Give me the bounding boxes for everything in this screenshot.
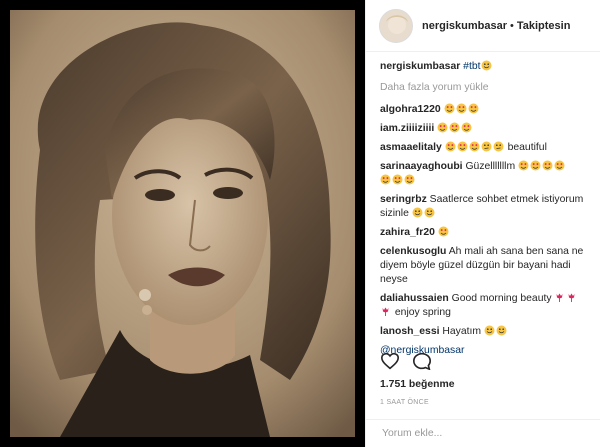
heart-eyes-emoji-icon: [444, 103, 455, 114]
heart-eyes-emoji-icon: [469, 141, 480, 152]
thinking-emoji-icon: [493, 141, 504, 152]
heart-eyes-emoji-icon: [437, 122, 448, 133]
blush-emoji-icon: [412, 207, 423, 218]
comment-text: Hayatım: [442, 326, 482, 337]
heart-eyes-emoji-icon: [457, 141, 468, 152]
comment: lanosh_essi Hayatım: [380, 325, 590, 339]
heart-eyes-emoji-icon: [542, 160, 553, 171]
post-photo[interactable]: [0, 0, 365, 447]
heart-eyes-emoji-icon: [554, 160, 565, 171]
load-more-comments[interactable]: Daha fazla yorum yükle: [380, 81, 590, 95]
comment-text: Güzelllllllm: [465, 161, 516, 172]
comment-username[interactable]: sarinaayaghoubi: [380, 161, 463, 172]
heart-eyes-emoji-icon: [518, 160, 529, 171]
smile-emoji-icon: [484, 325, 495, 336]
smile-emoji-icon: [481, 60, 492, 71]
comment-username[interactable]: asmaaelitaly: [380, 142, 442, 153]
tulip-emoji-icon: [380, 306, 391, 317]
comment-username[interactable]: zahira_fr20: [380, 227, 435, 238]
header-text: nergiskumbasar • Takiptesin: [422, 20, 570, 32]
heart-eyes-emoji-icon: [380, 174, 391, 185]
post-sidebar: nergiskumbasar • Takiptesin nergiskumbasar…: [365, 0, 600, 447]
comment-username[interactable]: seringrbz: [380, 194, 427, 205]
heart-eyes-emoji-icon: [445, 141, 456, 152]
tulip-emoji-icon: [566, 292, 577, 303]
comment-text: Good morning beauty: [451, 293, 552, 304]
heart-eyes-emoji-icon: [449, 122, 460, 133]
heart-eyes-emoji-icon: [530, 160, 541, 171]
heart-eyes-emoji-icon: [392, 174, 403, 185]
comment-text: beautiful: [507, 142, 547, 153]
comment: daliahussaien Good morning beauty enjoy …: [380, 292, 590, 320]
comment-username[interactable]: algohra1220: [380, 104, 441, 115]
like-count[interactable]: 1.751 beğenme: [380, 379, 455, 390]
caption: nergiskumbasar #tbt: [380, 60, 590, 74]
caption-username[interactable]: nergiskumbasar: [380, 61, 460, 72]
post-header: nergiskumbasar • Takiptesin: [366, 0, 600, 52]
comment-icon[interactable]: [412, 352, 432, 375]
heart-eyes-emoji-icon: [404, 174, 415, 185]
separator: •: [509, 19, 514, 32]
comment: sarinaayaghoubi Güzelllllllm: [380, 160, 590, 188]
comment: algohra1220: [380, 103, 590, 117]
comment-input[interactable]: [380, 427, 584, 440]
follow-button[interactable]: Takiptesin: [517, 20, 571, 32]
blush-emoji-icon: [424, 207, 435, 218]
comment: celenkusoglu Ah mali ah sana ben sana ne…: [380, 245, 590, 287]
avatar[interactable]: [379, 8, 413, 43]
comment: asmaaelitaly beautiful: [380, 141, 590, 155]
comments-list: nergiskumbasar #tbt Daha fazla yorum yük…: [366, 52, 600, 358]
caption-hashtag[interactable]: #tbt: [463, 61, 480, 72]
comment-username[interactable]: iam.ziiiiziiii: [380, 123, 434, 134]
header-username[interactable]: nergiskumbasar: [422, 20, 507, 32]
heart-eyes-emoji-icon: [461, 122, 472, 133]
instagram-post: nergiskumbasar • Takiptesin nergiskumbasar…: [0, 0, 600, 447]
smile-emoji-icon: [496, 325, 507, 336]
comment-text: enjoy spring: [394, 307, 451, 318]
tulip-emoji-icon: [554, 292, 565, 303]
timestamp: 1 SAAT ÖNCE: [380, 399, 429, 406]
heart-icon[interactable]: [380, 352, 400, 375]
heart-eyes-emoji-icon: [438, 226, 449, 237]
thinking-emoji-icon: [481, 141, 492, 152]
comment: zahira_fr20: [380, 226, 590, 240]
add-comment-bar: [366, 419, 600, 447]
comment-username[interactable]: lanosh_essi: [380, 326, 440, 337]
comment-username[interactable]: daliahussaien: [380, 293, 449, 304]
action-bar: [380, 352, 432, 375]
heart-eyes-emoji-icon: [456, 103, 467, 114]
heart-eyes-emoji-icon: [468, 103, 479, 114]
comment: seringrbz Saatlerce sohbet etmek istiyor…: [380, 193, 590, 221]
comment-username[interactable]: celenkusoglu: [380, 246, 446, 257]
comment: iam.ziiiiziiii: [380, 122, 590, 136]
